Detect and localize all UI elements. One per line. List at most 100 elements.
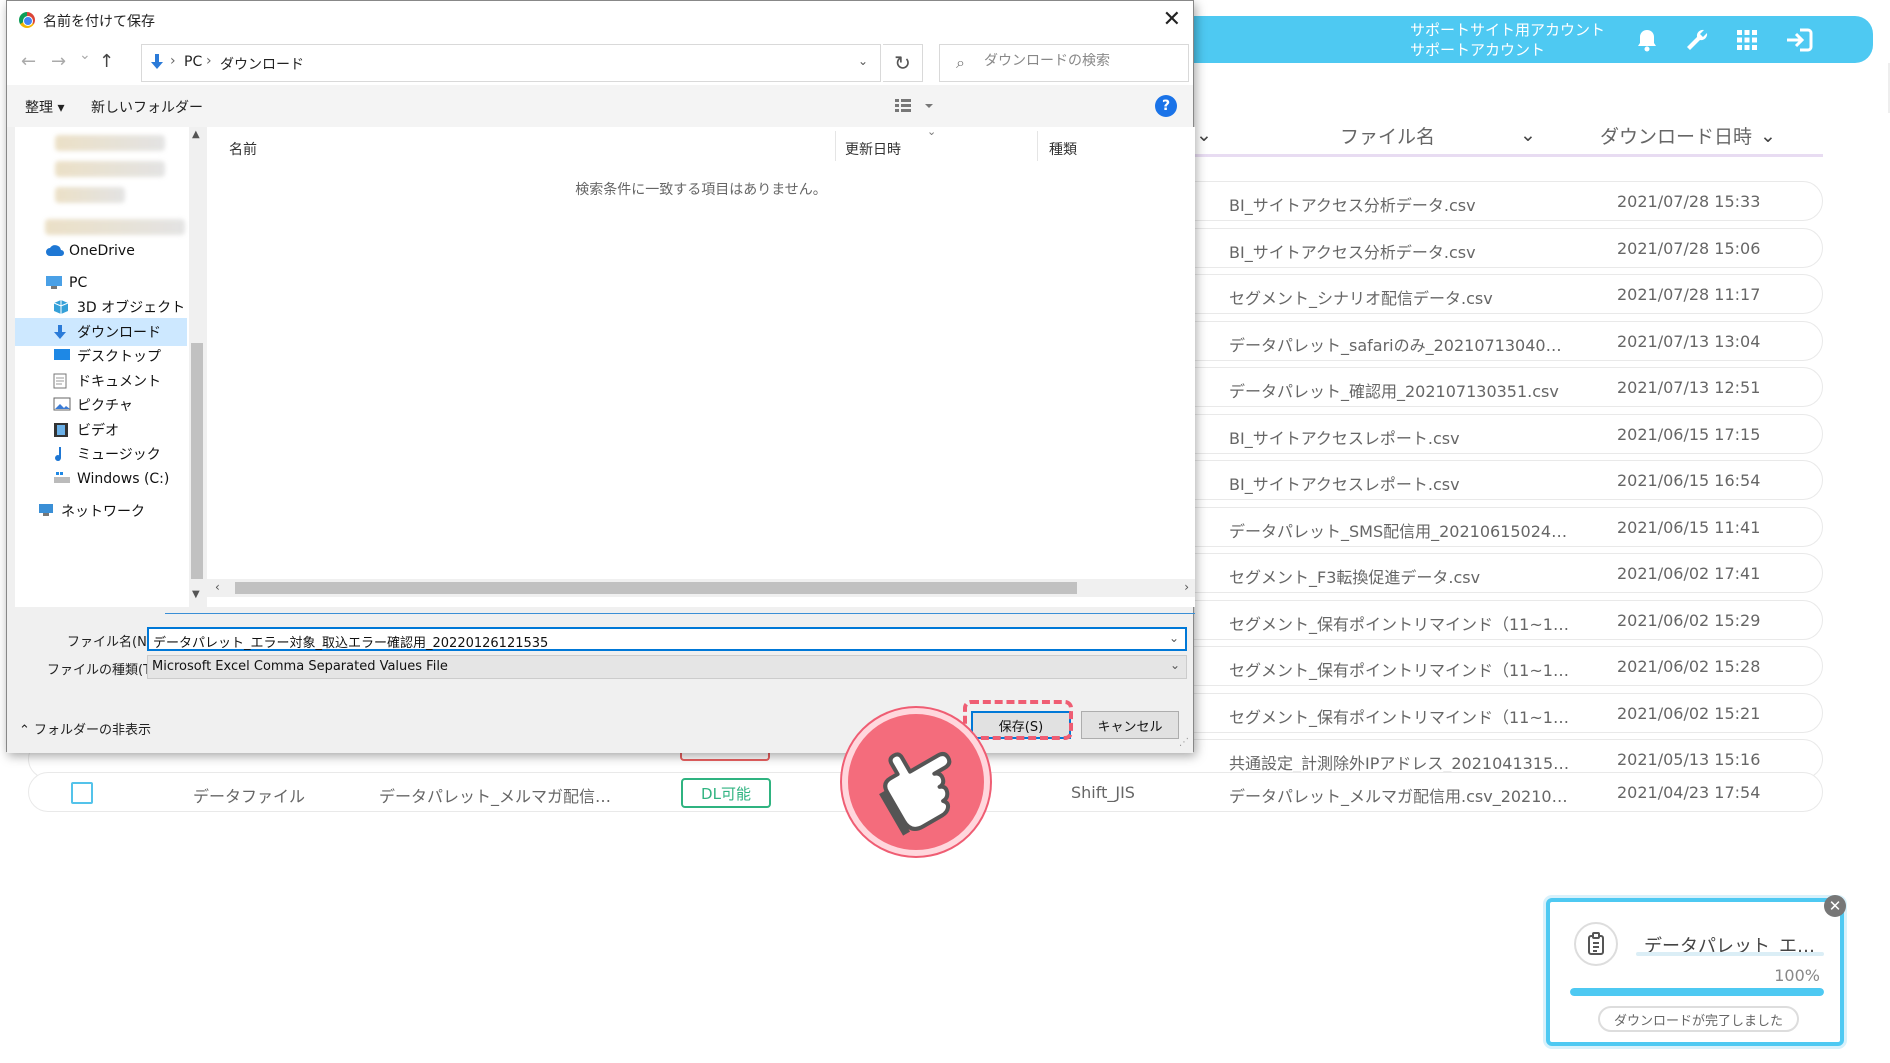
chevron-down-icon[interactable]: ⌄: [1169, 631, 1179, 645]
column-header-download-date[interactable]: ダウンロード日時 ⌄: [1600, 122, 1776, 149]
column-header-type[interactable]: 種類: [1049, 139, 1077, 159]
dialog-close-icon[interactable]: ✕: [1163, 7, 1181, 32]
row-filename[interactable]: データパレット_SMS配信用_20210615024…: [1229, 518, 1567, 542]
row-filename[interactable]: 共通設定_計測除外IPアドレス_2021041315…: [1229, 750, 1569, 774]
nav-item-3d-objects[interactable]: 3D オブジェクト: [15, 293, 187, 321]
scroll-up-arrow-icon[interactable]: ▲: [192, 129, 200, 140]
view-options-icon[interactable]: [895, 99, 933, 117]
column-header-name[interactable]: 名前: [229, 139, 257, 159]
nav-item-label: PC: [69, 275, 88, 291]
nav-item-label: OneDrive: [69, 243, 135, 259]
hide-folders-toggle[interactable]: ⌃ フォルダーの非表示: [19, 719, 151, 738]
blurred-folder: [55, 187, 125, 203]
column-header-modified[interactable]: 更新日時: [845, 139, 901, 159]
nav-item-network[interactable]: ネットワーク: [15, 497, 187, 525]
breadcrumb-pc[interactable]: PC: [184, 54, 202, 70]
row-download-date: 2021/06/02 15:21: [1617, 703, 1761, 723]
up-folder-arrow-icon[interactable]: ↑: [99, 51, 114, 72]
nav-item-pictures[interactable]: ピクチャ: [15, 391, 187, 419]
nav-item-windows-c[interactable]: Windows (C:): [15, 465, 187, 493]
row-filename[interactable]: セグメント_シナリオ配信データ.csv: [1229, 285, 1493, 309]
row-download-date: 2021/07/28 11:17: [1617, 285, 1761, 304]
recent-locations-chevron-icon[interactable]: ⌄: [79, 47, 91, 63]
back-arrow-icon[interactable]: ←: [21, 51, 36, 72]
sort-chevron-icon[interactable]: ⌄: [1520, 124, 1536, 146]
filename-input[interactable]: データパレット_エラー対象_取込エラー確認用_20220126121535 ⌄: [147, 627, 1187, 651]
scrollbar-thumb[interactable]: [191, 343, 203, 579]
search-input[interactable]: [984, 53, 1174, 69]
sort-chevron-icon[interactable]: ⌄: [1196, 124, 1212, 146]
filename-label: ファイル名(N):: [67, 635, 157, 650]
cancel-button[interactable]: キャンセル: [1081, 711, 1179, 739]
row-filename[interactable]: BI_サイトアクセス分析データ.csv: [1229, 192, 1476, 216]
scrollbar-thumb[interactable]: [235, 582, 1077, 594]
chevron-down-icon[interactable]: ⌄: [1170, 658, 1180, 672]
scroll-right-arrow-icon[interactable]: ›: [1184, 580, 1189, 594]
toast-percent: 100%: [1774, 966, 1820, 985]
scroll-down-arrow-icon[interactable]: ▼: [192, 589, 200, 600]
dialog-titlebar[interactable]: 名前を付けて保存 ✕: [7, 1, 1193, 39]
row-filename[interactable]: データパレット_確認用_202107130351.csv: [1229, 378, 1559, 402]
row-filename[interactable]: BI_サイトアクセス分析データ.csv: [1229, 239, 1476, 263]
chrome-icon: [19, 12, 35, 28]
row-download-date: 2021/04/23 17:54: [1617, 783, 1761, 802]
nav-item-label: ダウンロード: [77, 325, 161, 341]
breadcrumb-separator: ›: [170, 53, 176, 69]
toast-close-icon[interactable]: ✕: [1824, 895, 1846, 917]
blurred-folder: [55, 161, 165, 177]
nav-item-onedrive[interactable]: OneDrive: [15, 237, 187, 265]
new-folder-button[interactable]: 新しいフォルダー: [91, 97, 203, 117]
document-icon: [53, 373, 71, 389]
logout-icon[interactable]: [1784, 25, 1814, 55]
computer-icon: [45, 275, 63, 291]
organize-menu-button[interactable]: 整理 ▾: [25, 97, 64, 117]
resize-grip-icon[interactable]: ⋰: [1179, 737, 1189, 748]
address-dropdown-chevron-icon[interactable]: ⌄: [858, 54, 868, 68]
row-filename[interactable]: セグメント_保有ポイントリマインド（11~1…: [1229, 611, 1569, 635]
search-box[interactable]: ⌕: [939, 44, 1189, 82]
network-icon: [37, 503, 55, 519]
row-download-date: 2021/07/13 13:04: [1617, 331, 1761, 351]
chevron-up-icon: ⌃: [19, 723, 35, 738]
row-filename[interactable]: データパレット_メルマガ配信用.csv_20210…: [1229, 783, 1568, 807]
horizontal-scrollbar[interactable]: ‹ ›: [207, 579, 1195, 597]
download-progress-fill: [1570, 988, 1824, 996]
row-encoding: Shift_JIS: [1071, 783, 1135, 802]
film-icon: [53, 422, 71, 438]
navigation-pane: OneDrive PC 3D オブジェクト ダウンロード デスクトップ ドキュメ…: [15, 127, 205, 607]
nav-item-label: ビデオ: [77, 423, 119, 439]
row-filename[interactable]: セグメント_F3転換促進データ.csv: [1229, 564, 1480, 588]
toast-status-pill: ダウンロードが完了しました: [1598, 1006, 1800, 1032]
empty-folder-message: 検索条件に一致する項目はありません。: [575, 182, 827, 198]
row-download-date: 2021/07/28 15:33: [1617, 192, 1761, 211]
download-toast: データパレット_エ… 100% ダウンロードが完了しました: [1546, 898, 1844, 1046]
nav-item-desktop[interactable]: デスクトップ: [15, 342, 187, 370]
account-info[interactable]: サポートサイト用アカウント サポートアカウント: [1410, 20, 1605, 60]
filename-value: データパレット_エラー対象_取込エラー確認用_20220126121535: [153, 636, 549, 651]
column-divider: [835, 131, 836, 161]
help-icon[interactable]: ?: [1155, 95, 1177, 117]
row-filename[interactable]: データパレット_safariのみ_20210713040…: [1229, 332, 1562, 356]
bell-icon[interactable]: [1632, 25, 1662, 55]
column-header-filename[interactable]: ファイル名: [1340, 122, 1435, 149]
row-filename[interactable]: セグメント_保有ポイントリマインド（11~1…: [1229, 657, 1569, 681]
address-bar[interactable]: › PC › ダウンロード ⌄: [141, 44, 881, 82]
scroll-left-arrow-icon[interactable]: ‹: [215, 580, 220, 594]
row-filename[interactable]: BI_サイトアクセスレポート.csv: [1229, 471, 1460, 495]
nav-item-music[interactable]: ミュージック: [15, 440, 187, 468]
wrench-icon[interactable]: [1682, 25, 1712, 55]
filetype-value: Microsoft Excel Comma Separated Values F…: [152, 659, 448, 674]
navigation-scrollbar[interactable]: ▲ ▼: [189, 127, 205, 607]
row-checkbox[interactable]: [71, 782, 93, 804]
refresh-icon[interactable]: ↻: [883, 44, 923, 82]
header-underline: [1190, 154, 1823, 157]
forward-arrow-icon[interactable]: →: [51, 51, 66, 72]
pointing-hand-icon: [842, 708, 990, 856]
row-filename[interactable]: セグメント_保有ポイントリマインド（11~1…: [1229, 704, 1569, 728]
breadcrumb-downloads[interactable]: ダウンロード: [220, 54, 304, 74]
blurred-folder: [45, 219, 185, 235]
filetype-select[interactable]: Microsoft Excel Comma Separated Values F…: [147, 655, 1187, 679]
row-filename[interactable]: BI_サイトアクセスレポート.csv: [1229, 425, 1460, 449]
column-header-filename-label: ファイル名: [1340, 126, 1436, 148]
apps-grid-icon[interactable]: [1732, 25, 1762, 55]
